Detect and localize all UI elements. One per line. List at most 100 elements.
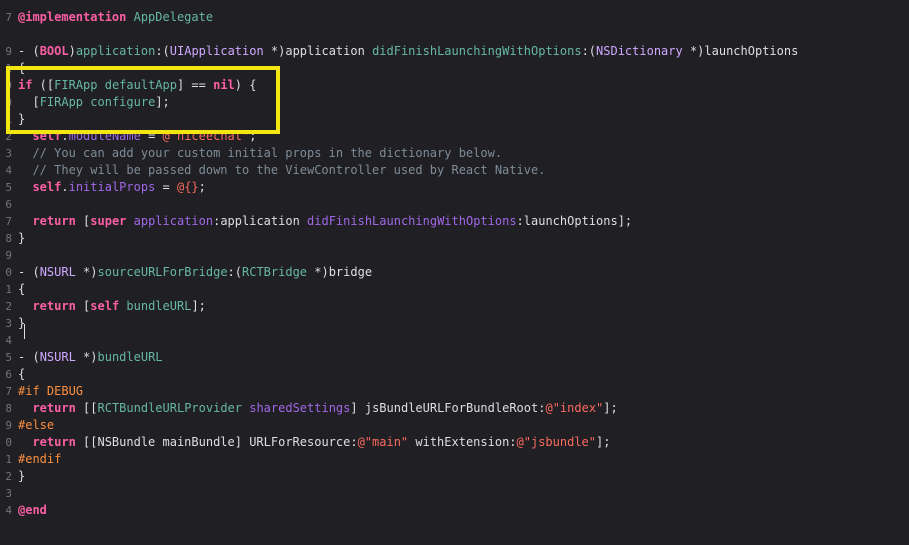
code-token: } xyxy=(18,112,26,126)
code-text: self.initialProps = @{}; xyxy=(18,179,206,196)
code-text: #if DEBUG xyxy=(18,383,83,400)
code-token: UIApplication xyxy=(169,44,264,58)
code-token: #else xyxy=(18,418,55,432)
code-token: ) xyxy=(68,44,76,58)
code-line[interactable]: 9 #else xyxy=(0,417,909,434)
code-line[interactable]: 5 self.initialProps = @{}; xyxy=(0,179,909,196)
code-line[interactable]: 2 self.moduleName = @"niceechat"; xyxy=(0,128,909,145)
line-number: 0 xyxy=(5,436,12,449)
code-text: #else xyxy=(18,417,54,434)
code-token: @"jsbundle" xyxy=(516,435,597,449)
code-token: sharedSettings xyxy=(249,401,351,415)
code-line[interactable]: 4 xyxy=(0,332,909,349)
code-token: NSURL xyxy=(39,265,76,279)
line-number: 8 xyxy=(5,402,12,415)
code-line[interactable]: 3 xyxy=(0,485,909,502)
code-token: . xyxy=(61,180,69,194)
code-line[interactable]: 3} xyxy=(0,315,909,332)
code-line[interactable]: 7 @implementation AppDelegate xyxy=(0,9,909,26)
code-editor[interactable]: 7 @implementation AppDelegate 9- (BOOL)app… xyxy=(0,0,909,545)
code-line[interactable]: 1{ xyxy=(0,60,909,77)
line-number: 1 xyxy=(5,283,12,296)
code-token: @"index" xyxy=(545,401,604,415)
code-token: @implementation xyxy=(18,10,127,24)
code-text: self.moduleName = @"niceechat"; xyxy=(18,128,256,145)
code-token: didFinishLaunchingWithOptions xyxy=(307,214,517,228)
code-text: return [[RCTBundleURLProvider sharedSett… xyxy=(18,400,617,417)
code-token: return xyxy=(32,299,76,313)
code-token: @end xyxy=(18,503,47,517)
line-number: 3 xyxy=(5,147,12,160)
code-token: [ xyxy=(75,214,91,228)
code-token: nil xyxy=(213,78,235,92)
code-text: return [super application:application di… xyxy=(18,213,632,230)
code-line[interactable] xyxy=(0,26,909,43)
code-line[interactable] xyxy=(0,519,909,536)
code-line[interactable]: 0 return [[NSBundle mainBundle] URLForRe… xyxy=(0,434,909,451)
code-token: return xyxy=(32,401,76,415)
code-text: - (BOOL)application:(UIApplication *)app… xyxy=(18,43,798,60)
code-line[interactable]: 0 - (NSURL *)sourceURLForBridge:(RCTBridg… xyxy=(0,264,909,281)
code-line[interactable]: 3 // You can add your custom initial pro… xyxy=(0,145,909,162)
code-token: @{} xyxy=(176,180,199,194)
code-token: return xyxy=(32,214,76,228)
code-line[interactable]: 9 xyxy=(0,247,909,264)
code-token: [[NSBundle mainBundle] URLForResource: xyxy=(75,435,358,449)
code-token: ]; xyxy=(596,435,611,449)
line-number: 4 xyxy=(5,504,12,517)
code-token: if xyxy=(18,78,33,92)
code-line[interactable]: 4 // They will be passed down to the Vie… xyxy=(0,162,909,179)
code-token: #if DEBUG xyxy=(18,384,84,398)
code-line[interactable]: 9- (BOOL)application:(UIApplication *)ap… xyxy=(0,43,909,60)
code-line[interactable]: 9 if ([FIRApp defaultApp] == nil) { xyxy=(0,77,909,94)
code-text: return [self bundleURL]; xyxy=(18,298,206,315)
code-token: ] == xyxy=(176,78,214,92)
code-line[interactable]: 5 - (NSURL *)bundleURL xyxy=(0,349,909,366)
code-text: return [[NSBundle mainBundle] URLForReso… xyxy=(18,434,610,451)
code-token: application xyxy=(133,214,214,228)
code-line[interactable]: 0 [FIRApp configure]; xyxy=(0,94,909,111)
code-line[interactable]: 1 #endif xyxy=(0,451,909,468)
code-token: *)launchOptions xyxy=(682,44,799,58)
line-number: 5 xyxy=(5,351,12,364)
line-number: 1 xyxy=(5,113,12,126)
code-token: // You can add your custom initial props… xyxy=(18,146,503,160)
code-line[interactable]: 2 return [self bundleURL]; xyxy=(0,298,909,315)
code-line[interactable]: 4 @end xyxy=(0,502,909,519)
code-token: sourceURLForBridge xyxy=(97,265,228,279)
code-text: [FIRApp configure]; xyxy=(18,94,170,111)
code-line[interactable]: 6 xyxy=(0,196,909,213)
code-text: // They will be passed down to the ViewC… xyxy=(18,162,545,179)
code-line[interactable]: 2} xyxy=(0,468,909,485)
code-line[interactable]: 7 #if DEBUG xyxy=(0,383,909,400)
code-token: // They will be passed down to the ViewC… xyxy=(18,163,546,177)
code-line[interactable]: 8} xyxy=(0,230,909,247)
line-number: 8 xyxy=(5,232,12,245)
code-token: :( xyxy=(581,44,597,58)
code-line[interactable]: 8 return [[RCTBundleURLProvider sharedSe… xyxy=(0,400,909,417)
code-token: ) { xyxy=(234,78,257,92)
code-token: ]; xyxy=(155,95,170,109)
code-token: [[ xyxy=(75,401,98,415)
code-token: ]; xyxy=(191,299,206,313)
code-text: - (NSURL *)sourceURLForBridge:(RCTBridge… xyxy=(18,264,372,281)
code-text: } xyxy=(18,230,25,247)
code-text: { xyxy=(18,281,25,298)
code-token: initialProps xyxy=(68,180,156,194)
code-line[interactable]: 6{ xyxy=(0,366,909,383)
code-token: super xyxy=(90,214,127,228)
code-token: ; xyxy=(198,180,206,194)
code-line[interactable] xyxy=(0,0,909,9)
code-line[interactable]: 7 return [super application:application … xyxy=(0,213,909,230)
code-line[interactable]: 1} xyxy=(0,111,909,128)
line-number: 9 xyxy=(5,79,12,92)
code-line[interactable]: 1{ xyxy=(0,281,909,298)
code-token: withExtension: xyxy=(408,435,517,449)
line-number: 7 xyxy=(5,215,12,228)
code-text: { xyxy=(18,60,25,77)
